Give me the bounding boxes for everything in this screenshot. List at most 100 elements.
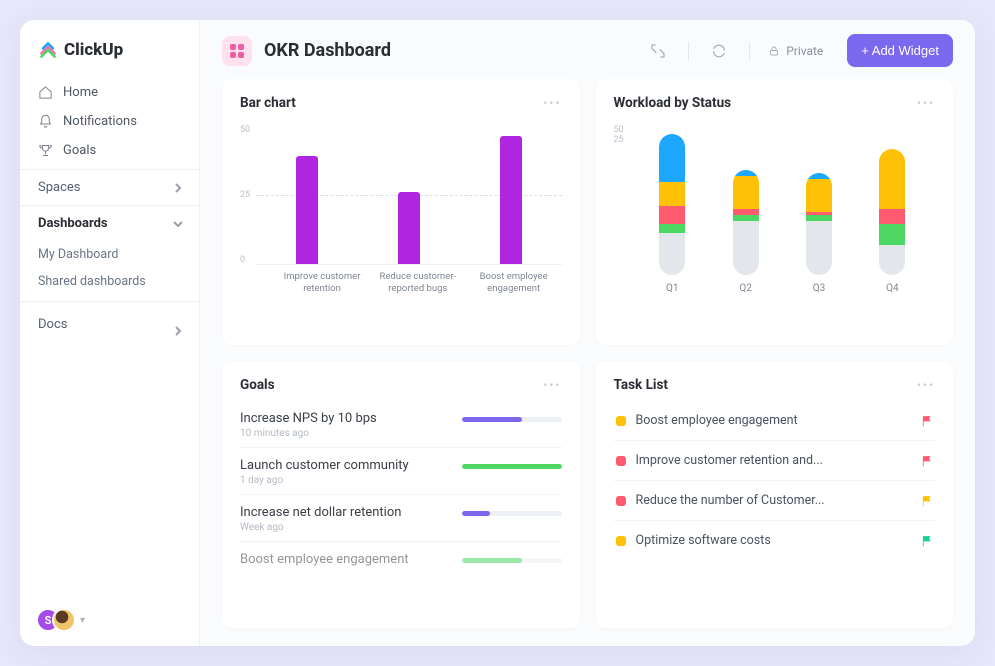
stacked-bar bbox=[879, 149, 905, 275]
y-axis: 5025 bbox=[614, 125, 630, 275]
card-menu-icon[interactable]: ••• bbox=[917, 378, 935, 392]
x-axis: Q1Q2Q3Q4 bbox=[630, 283, 935, 294]
app-window: ClickUp Home Notifications Goals Spaces … bbox=[20, 20, 975, 646]
sidebar-item-shared-dashboards[interactable]: Shared dashboards bbox=[20, 268, 199, 295]
goal-row[interactable]: Increase net dollar retention Week ago bbox=[240, 495, 562, 542]
chevron-down-icon: ▾ bbox=[80, 615, 85, 626]
clickup-logo-icon bbox=[38, 40, 58, 60]
widget-grid: Bar chart ••• 50250 Improve customer ret… bbox=[200, 79, 975, 646]
private-label: Private bbox=[786, 44, 823, 58]
topbar: OKR Dashboard Private + Add Widget bbox=[200, 20, 975, 79]
card-menu-icon[interactable]: ••• bbox=[917, 96, 935, 110]
y-tick: 50 bbox=[240, 125, 250, 135]
bar-segment bbox=[879, 224, 905, 245]
goal-name: Launch customer community bbox=[240, 458, 450, 473]
primary-nav: Home Notifications Goals bbox=[20, 74, 199, 169]
x-tick: Improve customer retention bbox=[274, 271, 370, 295]
status-square-icon bbox=[616, 496, 626, 506]
task-name: Boost employee engagement bbox=[636, 413, 912, 428]
flag-icon bbox=[921, 535, 933, 547]
goal-row[interactable]: Launch customer community 1 day ago bbox=[240, 448, 562, 495]
y-tick: 50 bbox=[614, 125, 624, 135]
goal-time: Week ago bbox=[240, 522, 450, 533]
progress-fill bbox=[462, 464, 562, 469]
brand: ClickUp bbox=[20, 30, 199, 74]
goal-name: Increase net dollar retention bbox=[240, 505, 450, 520]
task-row[interactable]: Reduce the number of Customer... bbox=[614, 481, 936, 521]
page-title: OKR Dashboard bbox=[264, 40, 391, 61]
section-spaces[interactable]: Spaces bbox=[20, 169, 199, 205]
card-menu-icon[interactable]: ••• bbox=[543, 96, 561, 110]
bar bbox=[500, 136, 522, 264]
x-axis: Improve customer retentionReduce custome… bbox=[274, 271, 561, 295]
stacked-bar bbox=[806, 173, 832, 275]
expand-icon[interactable] bbox=[650, 43, 666, 59]
section-label: Dashboards bbox=[38, 216, 108, 231]
stacked-bar bbox=[659, 134, 685, 275]
section-label: Spaces bbox=[38, 180, 81, 195]
task-row[interactable]: Boost employee engagement bbox=[614, 401, 936, 441]
card-workload: Workload by Status ••• 5025 Q1Q2Q3Q4 bbox=[596, 79, 954, 345]
goal-row[interactable]: Boost employee engagement bbox=[240, 542, 562, 577]
card-menu-icon[interactable]: ••• bbox=[543, 378, 561, 392]
refresh-icon[interactable] bbox=[711, 43, 727, 59]
goal-row[interactable]: Increase NPS by 10 bps 10 minutes ago bbox=[240, 401, 562, 448]
nav-goals[interactable]: Goals bbox=[20, 136, 199, 165]
nav-label: Goals bbox=[63, 143, 96, 158]
x-tick: Q2 bbox=[709, 283, 782, 294]
bar-segment bbox=[879, 149, 905, 209]
user-avatars[interactable]: S ▾ bbox=[36, 608, 85, 632]
section-docs[interactable]: Docs bbox=[20, 301, 199, 346]
section-dashboards[interactable]: Dashboards bbox=[20, 205, 199, 241]
trophy-icon bbox=[38, 143, 53, 158]
card-title: Task List bbox=[614, 377, 668, 393]
bar-segment bbox=[806, 221, 832, 275]
goal-name: Increase NPS by 10 bps bbox=[240, 411, 450, 426]
divider bbox=[688, 42, 689, 60]
add-widget-button[interactable]: + Add Widget bbox=[847, 34, 953, 67]
bar-segment bbox=[879, 209, 905, 224]
status-square-icon bbox=[616, 416, 626, 426]
x-tick: Reduce customer-reported bugs bbox=[370, 271, 466, 295]
card-bar-chart: Bar chart ••• 50250 Improve customer ret… bbox=[222, 79, 580, 345]
x-tick: Q4 bbox=[856, 283, 929, 294]
goal-time: 10 minutes ago bbox=[240, 428, 450, 439]
progress-bar bbox=[462, 464, 562, 469]
y-tick: 25 bbox=[240, 190, 250, 200]
task-row[interactable]: Improve customer retention and... bbox=[614, 441, 936, 481]
chevron-down-icon bbox=[173, 219, 183, 229]
stacked-bar bbox=[733, 170, 759, 275]
progress-fill bbox=[462, 558, 522, 563]
x-tick: Q3 bbox=[782, 283, 855, 294]
card-tasks: Task List ••• Boost employee engagement … bbox=[596, 361, 954, 628]
card-title: Goals bbox=[240, 377, 275, 393]
task-row[interactable]: Optimize software costs bbox=[614, 521, 936, 560]
nav-notifications[interactable]: Notifications bbox=[20, 107, 199, 136]
bar-segment bbox=[879, 245, 905, 275]
sidebar-item-my-dashboard[interactable]: My Dashboard bbox=[20, 241, 199, 268]
divider bbox=[749, 42, 750, 60]
progress-bar bbox=[462, 511, 562, 516]
bar-segment bbox=[659, 206, 685, 224]
bar-segment bbox=[733, 221, 759, 275]
nav-home[interactable]: Home bbox=[20, 78, 199, 107]
chevron-right-icon bbox=[173, 183, 183, 193]
y-axis: 50250 bbox=[240, 125, 256, 265]
visibility-toggle[interactable]: Private bbox=[768, 44, 823, 58]
flag-icon bbox=[921, 415, 933, 427]
x-tick: Boost employee engagement bbox=[466, 271, 562, 295]
x-tick: Q1 bbox=[636, 283, 709, 294]
bar-segment bbox=[806, 179, 832, 212]
card-title: Bar chart bbox=[240, 95, 296, 111]
bar-segment bbox=[659, 224, 685, 233]
task-name: Optimize software costs bbox=[636, 533, 912, 548]
sidebar: ClickUp Home Notifications Goals Spaces … bbox=[20, 20, 200, 646]
brand-name: ClickUp bbox=[64, 40, 123, 60]
goal-list: Increase NPS by 10 bps 10 minutes ago La… bbox=[240, 401, 562, 577]
main-content: OKR Dashboard Private + Add Widget Bar c… bbox=[200, 20, 975, 646]
section-label: Docs bbox=[38, 317, 67, 332]
nav-label: Home bbox=[63, 85, 98, 100]
bar-chart-plot bbox=[256, 125, 561, 265]
bar bbox=[296, 156, 318, 264]
bar bbox=[398, 192, 420, 264]
